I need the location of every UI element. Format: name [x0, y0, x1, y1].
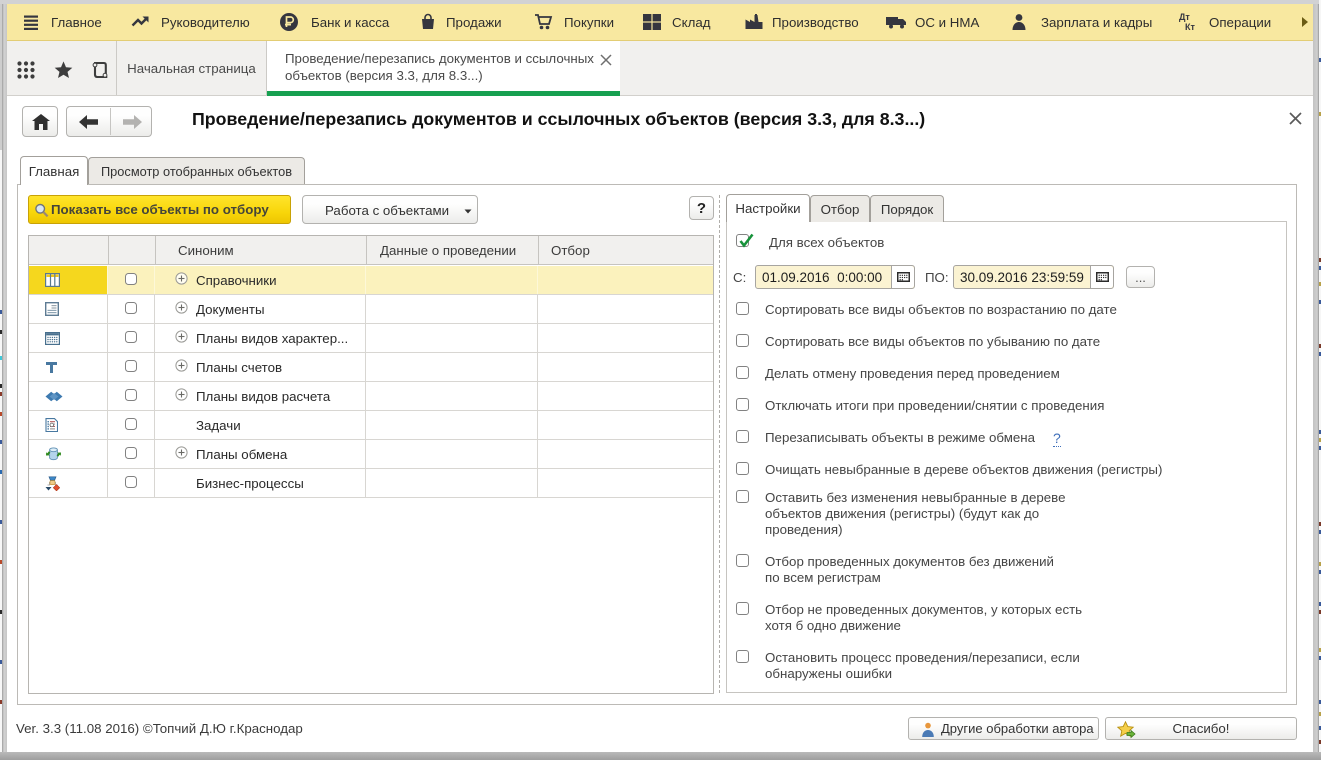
svg-text:Кт: Кт	[1185, 22, 1195, 32]
svg-text:Дт: Дт	[1179, 12, 1190, 22]
